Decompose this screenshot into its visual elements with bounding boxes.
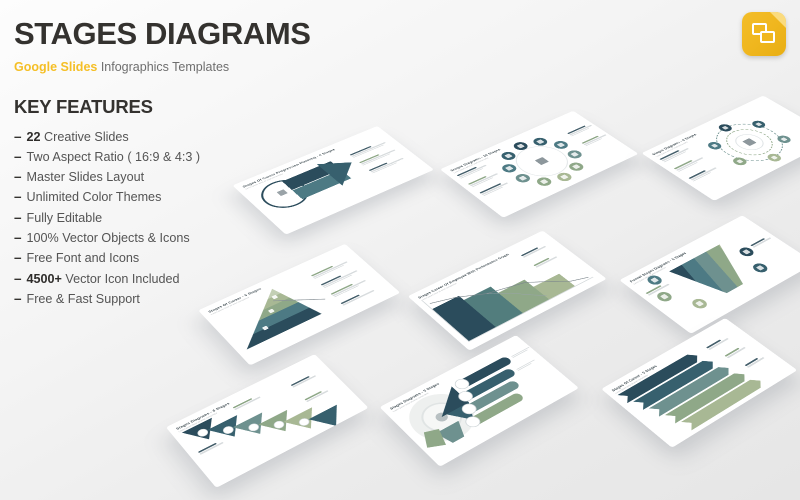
slide-rect-front-icon	[760, 31, 775, 43]
google-slides-logo-icon	[742, 12, 786, 56]
stage-node	[750, 261, 771, 275]
list-item: – Free & Fast Support	[14, 289, 279, 309]
slide-thumbnail[interactable]: Stages Diagrams - 6 Stages Lorem ipsum d…	[165, 354, 369, 488]
item-text: Two Aspect Ratio ( 16:9 & 4:3 )	[26, 149, 201, 164]
slide-thumbnail[interactable]: Stages Diagrams - 5 Stages Lorem ipsum d…	[379, 335, 579, 467]
text-block	[304, 389, 329, 403]
text-block	[581, 133, 608, 146]
features-heading: KEY FEATURES	[14, 95, 153, 117]
item-text: 100% Vector Objects & Icons	[26, 231, 190, 246]
bullet-dash-icon: –	[14, 189, 22, 205]
bullet-dash-icon: –	[14, 250, 22, 266]
list-item: – Master Slides Layout	[14, 167, 279, 187]
bullet-dash-icon: –	[14, 230, 22, 246]
subtitle-brand: Google Slides	[14, 59, 98, 74]
text-block	[197, 440, 224, 455]
subtitle-rest: Infographics Templates	[97, 59, 230, 74]
slide-body	[616, 328, 788, 441]
text-block	[511, 346, 531, 359]
slide-thumbnail[interactable]: Stages Career Of Employee With Performan…	[407, 230, 607, 351]
bullet-dash-icon: –	[14, 209, 22, 225]
bullet-dash-icon: –	[14, 270, 22, 286]
item-text: Creative Slides	[44, 129, 129, 144]
text-block	[688, 166, 719, 182]
item-text: Master Slides Layout	[26, 170, 145, 185]
list-item: –4500+ Vector Icon Included	[14, 269, 279, 289]
text-block	[750, 236, 772, 248]
info-panel: STAGES DIAGRAMS Google Slides Infographi…	[14, 16, 311, 310]
bullet-dash-icon: –	[14, 169, 22, 185]
page-title: STAGES DIAGRAMS	[14, 16, 311, 51]
bullet-dash-icon: –	[14, 128, 22, 144]
list-item: –100% Vector Objects & Icons	[14, 228, 279, 248]
item-text: Vector Icon Included	[65, 271, 180, 286]
item-strong: 4500+	[26, 271, 62, 286]
stage-node	[566, 160, 587, 173]
stage-arrow	[309, 405, 351, 434]
text-block	[567, 124, 594, 137]
text-block	[479, 181, 510, 197]
item-strong: 22	[26, 129, 41, 144]
subtitle: Google Slides Infographics Templates	[14, 60, 279, 74]
text-block	[706, 336, 729, 350]
text-block	[516, 359, 537, 372]
stage-node	[654, 290, 675, 304]
bullet-dash-icon: –	[14, 148, 22, 164]
text-block	[724, 345, 747, 359]
item-text: Fully Editable	[26, 210, 103, 225]
bullet-dash-icon: –	[14, 290, 22, 306]
item-text: Unlimited Color Themes	[26, 190, 162, 205]
item-text: Free Font and Icons	[26, 251, 140, 266]
list-item: – Free Font and Icons	[14, 248, 279, 268]
slide-thumbnail[interactable]: Funnel Stages Diagrams - 5 Stages Lorem …	[619, 215, 800, 334]
slide-thumbnail[interactable]: Stages Diagrams - 6 Stages Lorem ipsum d…	[641, 95, 800, 201]
item-text: Free & Fast Support	[26, 291, 140, 306]
stage-node	[689, 297, 710, 311]
slide-body	[634, 224, 800, 327]
text-block	[673, 156, 706, 172]
features-list: –22 Creative Slides – Two Aspect Ratio ( 1…	[14, 127, 279, 310]
list-item: – Unlimited Color Themes	[14, 187, 279, 207]
list-item: – Two Aspect Ratio ( 16:9 & 4:3 )	[14, 147, 279, 167]
text-block	[744, 355, 765, 368]
slide-thumbnail[interactable]: Stages Diagrams - 10 Stages Lorem ipsum …	[439, 110, 639, 218]
list-item: – Fully Editable	[14, 208, 279, 228]
text-block	[290, 374, 317, 389]
list-item: –22 Creative Slides	[14, 127, 279, 147]
stage-node	[534, 175, 555, 188]
slide-thumbnail[interactable]: Stages Of Career - 5 Stages Lorem ipsum …	[601, 317, 798, 448]
